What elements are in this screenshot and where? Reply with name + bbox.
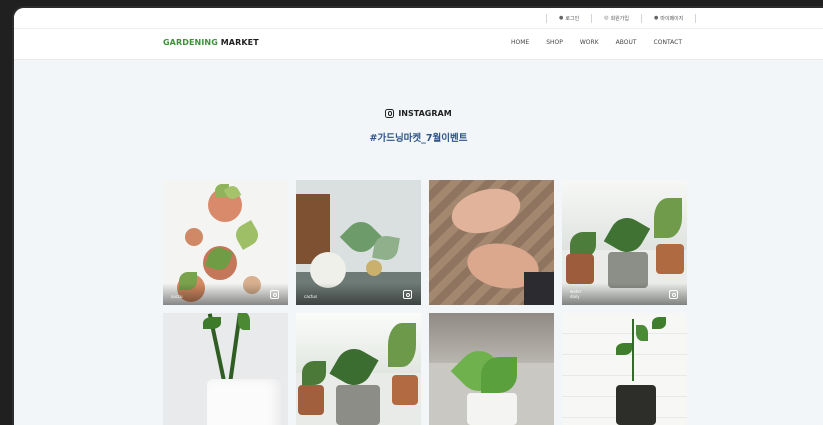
- menu-about[interactable]: ABOUT: [616, 39, 637, 46]
- tin-pot: [336, 385, 380, 425]
- aloe-leaf: [481, 357, 517, 393]
- tile-overlay: [429, 283, 554, 305]
- white-pot: [467, 393, 517, 425]
- gallery-tile[interactable]: water daily: [562, 180, 687, 305]
- gallery-tile[interactable]: succu: [163, 180, 288, 305]
- clay-pot: [656, 244, 684, 274]
- plant-leaf: [203, 317, 221, 329]
- plant-stem: [632, 319, 634, 381]
- instagram-icon: [385, 109, 395, 118]
- member-icon: ◎: [604, 15, 609, 21]
- plant-leaf: [652, 317, 666, 329]
- tile-caption: succu: [171, 294, 183, 299]
- gallery-tile[interactable]: [429, 313, 554, 425]
- plant-leaf: [388, 323, 416, 367]
- instagram-icon: [669, 290, 678, 299]
- menu-contact[interactable]: CONTACT: [654, 39, 682, 46]
- mypage-link[interactable]: ● 마이페이지: [654, 15, 683, 22]
- clay-pot: [392, 375, 418, 405]
- plant-leaf: [636, 325, 648, 341]
- gallery-tile[interactable]: [429, 180, 554, 305]
- main-nav: GARDENING MARKET HOME SHOP WORK ABOUT CO…: [14, 29, 823, 60]
- login-label: 로그인: [565, 15, 580, 22]
- plant-leaf: [238, 313, 250, 330]
- person-icon: ●: [653, 15, 659, 21]
- site-logo[interactable]: GARDENING MARKET: [163, 38, 259, 47]
- instagram-title-text: INSTAGRAM: [398, 109, 452, 118]
- mypage-label: 마이페이지: [660, 15, 684, 22]
- gallery-tile[interactable]: cactus: [296, 180, 421, 305]
- logo-market: MARKET: [220, 38, 259, 47]
- gallery-tile[interactable]: [163, 313, 288, 425]
- divider: [695, 13, 697, 23]
- clay-pot: [566, 254, 594, 284]
- menu-work[interactable]: WORK: [580, 39, 599, 46]
- plant-leaf: [616, 343, 632, 355]
- utility-bar: ● 로그인 ◎ 회원가입 ● 마이페이지: [14, 8, 823, 29]
- signup-label: 회원가입: [610, 15, 629, 22]
- browser-screen: ● 로그인 ◎ 회원가입 ● 마이페이지 GARDENING MARKET HO…: [14, 8, 823, 425]
- person-icon: ●: [559, 15, 564, 21]
- dark-pot: [616, 385, 656, 425]
- menu-shop[interactable]: SHOP: [546, 39, 563, 46]
- succulent-leaf: [231, 219, 263, 251]
- divider: [546, 13, 547, 23]
- clay-pot: [298, 385, 324, 415]
- menu-home[interactable]: HOME: [511, 39, 529, 46]
- plant-leaf: [654, 198, 682, 238]
- cactus-ball: [366, 260, 382, 276]
- instagram-section-header: INSTAGRAM #가드닝마켓_7월이벤트: [14, 103, 823, 144]
- main-menu: HOME SHOP WORK ABOUT CONTACT: [511, 39, 682, 46]
- succulent-pot: [185, 228, 203, 246]
- instagram-icon: [270, 290, 279, 299]
- tile-caption: cactus: [304, 294, 318, 299]
- tile-caption: daily: [570, 294, 580, 299]
- white-pot: [207, 379, 281, 425]
- divider: [640, 13, 642, 23]
- divider: [591, 13, 593, 23]
- gallery-tile[interactable]: [562, 313, 687, 425]
- logo-gardening: GARDENING: [163, 38, 218, 47]
- utility-links: ● 로그인 ◎ 회원가입 ● 마이페이지: [534, 8, 708, 28]
- login-link[interactable]: ● 로그인: [559, 15, 579, 22]
- instagram-icon: [403, 290, 412, 299]
- signup-link[interactable]: ◎ 회원가입: [604, 15, 629, 22]
- event-hashtag[interactable]: #가드닝마켓_7월이벤트: [14, 130, 823, 144]
- instagram-title: INSTAGRAM: [385, 109, 452, 118]
- gallery-tile[interactable]: [296, 313, 421, 425]
- plant-leaf: [302, 361, 326, 385]
